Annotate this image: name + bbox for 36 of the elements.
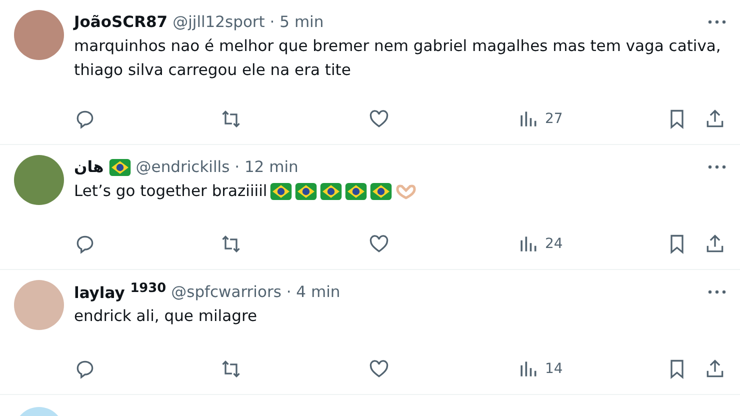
repost-icon[interactable]	[220, 358, 242, 380]
avatar[interactable]	[14, 10, 64, 60]
view-count: 24	[545, 236, 563, 252]
brazil-flag-icon	[320, 182, 342, 200]
brazil-flag-icon	[270, 182, 292, 200]
more-options-icon[interactable]	[708, 165, 726, 169]
user-name[interactable]: JoãoSCR87	[74, 13, 168, 31]
reply-icon[interactable]	[74, 233, 96, 255]
reply-text: Let’s go together braziiiil	[74, 181, 268, 202]
reply-icon[interactable]	[74, 108, 96, 130]
reply-icon[interactable]	[74, 358, 96, 380]
user-name[interactable]: هان	[74, 158, 104, 176]
reply-text: marquinhos nao é melhor que bremer nem gabriel magalhes mas tem vaga cativa, thiago silva carregou ele na era tite	[74, 36, 722, 81]
view-count: 27	[545, 111, 563, 127]
like-heart-icon[interactable]	[368, 108, 390, 130]
brazil-flag-icon	[108, 158, 131, 176]
repost-icon[interactable]	[220, 108, 242, 130]
share-icon[interactable]	[704, 358, 726, 380]
user-handle-time: @endrickills · 12 min	[136, 158, 298, 176]
more-options-icon[interactable]	[708, 20, 726, 24]
more-options-icon[interactable]	[708, 290, 726, 294]
view-count: 14	[545, 361, 563, 377]
reply-text: endrick ali, que milagre	[74, 306, 258, 327]
share-icon[interactable]	[704, 233, 726, 255]
repost-icon[interactable]	[220, 233, 242, 255]
brazil-flag-icon	[295, 182, 318, 200]
heart-hands-icon	[395, 182, 418, 200]
user-name[interactable]: laylay $^{1930}$	[74, 281, 166, 303]
like-heart-icon[interactable]	[368, 233, 390, 255]
avatar[interactable]	[14, 155, 64, 205]
brazil-flag-icon	[345, 182, 368, 200]
user-handle-time: @jjll12sport · 5 min	[172, 13, 324, 31]
user-handle-time: @spfcwarriors · 4 min	[171, 283, 340, 301]
brazil-flag-icon	[370, 182, 392, 200]
like-heart-icon[interactable]	[368, 358, 390, 380]
share-icon[interactable]	[704, 108, 726, 130]
